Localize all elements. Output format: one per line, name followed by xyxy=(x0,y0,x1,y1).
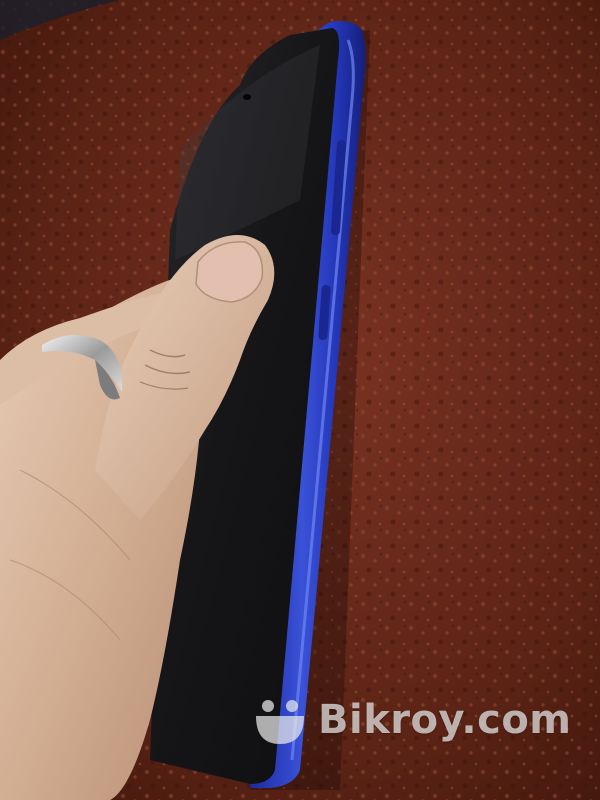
bikroy-smile-logo-icon xyxy=(256,700,304,744)
photo xyxy=(0,0,600,800)
watermark-text: Bikroy.com xyxy=(318,697,572,743)
photo-scene: Bikroy.com xyxy=(0,0,600,800)
watermark: Bikroy.com xyxy=(252,690,572,750)
